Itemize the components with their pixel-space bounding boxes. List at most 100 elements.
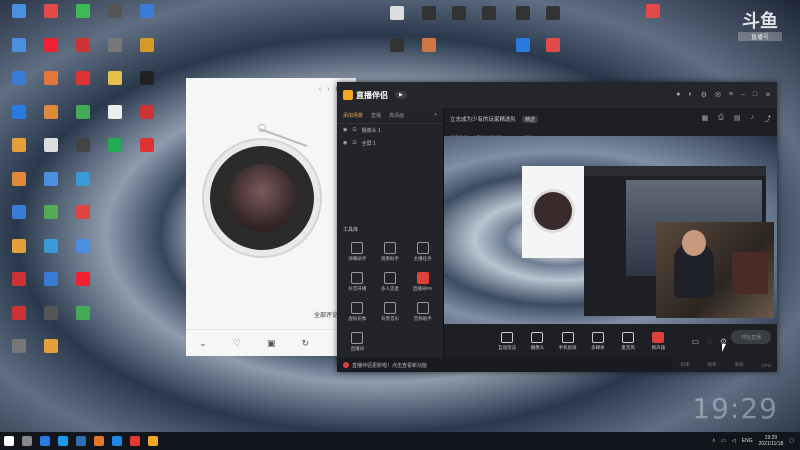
desktop-icon[interactable] bbox=[66, 71, 100, 103]
desktop-icon[interactable] bbox=[34, 339, 68, 371]
share-icon[interactable]: ⤴ bbox=[764, 114, 771, 124]
desktop-icon[interactable] bbox=[2, 37, 36, 70]
notification-icon[interactable]: ▢ bbox=[789, 438, 794, 444]
print-icon[interactable]: ⎙ bbox=[718, 114, 724, 124]
tool-music[interactable]: 背景音乐 bbox=[374, 302, 407, 322]
tool-douyin[interactable]: 抖音开播 bbox=[341, 272, 374, 292]
desktop-icon[interactable] bbox=[2, 339, 36, 371]
desktop-icon[interactable] bbox=[2, 138, 36, 170]
desktop-icon[interactable] bbox=[34, 138, 68, 170]
scene-item[interactable]: ◉ ⊡ 摄像头 1 bbox=[337, 124, 443, 137]
menu-icon[interactable]: ≡ bbox=[729, 91, 733, 99]
tab-hd[interactable]: 高清画 bbox=[389, 112, 404, 119]
desktop-icon[interactable] bbox=[536, 6, 570, 38]
like-icon[interactable]: ♡ bbox=[233, 338, 241, 349]
taskbar-app[interactable] bbox=[54, 432, 72, 450]
forward-icon[interactable]: › bbox=[327, 86, 329, 93]
desktop-icon[interactable] bbox=[130, 37, 164, 70]
tool-multi-mic[interactable]: 多人连麦 bbox=[374, 272, 407, 292]
desktop-icon[interactable] bbox=[66, 37, 100, 70]
desktop-icon[interactable] bbox=[130, 104, 164, 137]
taskbar-app[interactable] bbox=[36, 432, 54, 450]
desktop-icon[interactable] bbox=[98, 71, 132, 103]
desktop-icon[interactable] bbox=[34, 305, 68, 338]
repeat-icon[interactable]: ↻ bbox=[302, 338, 310, 349]
minimize-icon[interactable]: – bbox=[741, 91, 745, 99]
taskbar-app[interactable] bbox=[126, 432, 144, 450]
bell-icon[interactable]: ♪ bbox=[751, 114, 755, 124]
stream-preview[interactable] bbox=[444, 136, 777, 324]
desktop-icon[interactable] bbox=[98, 37, 132, 70]
back-icon[interactable]: ‹ bbox=[319, 86, 321, 93]
desktop-icon[interactable] bbox=[34, 37, 68, 70]
desktop-icon[interactable] bbox=[442, 6, 476, 38]
desktop-icon[interactable] bbox=[2, 305, 36, 338]
clip-icon[interactable]: ◌ bbox=[707, 337, 712, 346]
eye-icon[interactable]: ◉ bbox=[343, 127, 347, 134]
settings-icon[interactable]: ⚙ bbox=[701, 91, 707, 99]
microphone-button[interactable]: 麦克风 bbox=[617, 331, 639, 351]
desktop-icon[interactable] bbox=[2, 4, 36, 36]
start-button[interactable] bbox=[0, 432, 18, 450]
message-icon[interactable]: ✉ bbox=[715, 91, 721, 99]
desktop-icon[interactable] bbox=[130, 138, 164, 170]
desktop-icon[interactable] bbox=[34, 171, 68, 204]
volume-icon[interactable]: ◁ bbox=[732, 438, 736, 444]
desktop-icon[interactable] bbox=[66, 104, 100, 137]
desktop-icon[interactable] bbox=[66, 138, 100, 170]
taskbar-app[interactable] bbox=[90, 432, 108, 450]
speaker-button[interactable]: 扬声器 bbox=[647, 331, 669, 351]
chevron-up-icon[interactable]: ˄ bbox=[712, 438, 715, 444]
tool-avatar[interactable]: 虚拟形象 bbox=[341, 302, 374, 322]
desktop-icon[interactable] bbox=[412, 6, 446, 38]
record-icon[interactable]: ▭ bbox=[692, 337, 700, 346]
update-notice[interactable]: 直播伴侣更新啦！点击查看新功能 bbox=[337, 358, 673, 372]
desktop-icon[interactable] bbox=[536, 38, 570, 70]
desktop-icon[interactable] bbox=[2, 104, 36, 137]
desktop-icon[interactable] bbox=[506, 38, 540, 70]
tool-room[interactable]: 直播间 bbox=[341, 332, 374, 352]
desktop-icon[interactable] bbox=[34, 104, 68, 137]
room-title[interactable]: 立志成为少有的玩家精选队 bbox=[450, 115, 516, 123]
desktop-icon[interactable] bbox=[66, 238, 100, 271]
desktop-icon[interactable] bbox=[380, 38, 414, 70]
desktop-icon[interactable] bbox=[34, 4, 68, 36]
tool-audio[interactable]: 音频助手 bbox=[406, 302, 439, 322]
collect-icon[interactable]: ▣ bbox=[267, 338, 276, 349]
desktop-icon[interactable] bbox=[506, 6, 540, 38]
desktop-icon[interactable] bbox=[34, 238, 68, 271]
desktop-icon[interactable] bbox=[98, 104, 132, 137]
tool-danmaku[interactable]: 弹幕助手 bbox=[341, 242, 374, 262]
desktop-icon[interactable] bbox=[98, 138, 132, 170]
taskbar-app[interactable] bbox=[72, 432, 90, 450]
taskbar-clock[interactable]: 19:29 2021/11/18 bbox=[759, 435, 784, 447]
close-icon[interactable]: ✕ bbox=[765, 91, 771, 99]
language-indicator[interactable]: ENG bbox=[742, 438, 753, 444]
network-icon[interactable]: ▭ bbox=[721, 438, 726, 444]
maximize-icon[interactable]: □ bbox=[753, 91, 757, 99]
version-badge[interactable]: ▶ bbox=[395, 91, 407, 99]
desktop-icon[interactable] bbox=[2, 272, 36, 304]
add-scene-icon[interactable]: + bbox=[434, 112, 437, 119]
lock-icon[interactable]: ⊡ bbox=[352, 127, 356, 134]
desktop-icon[interactable] bbox=[66, 171, 100, 204]
desktop-icon[interactable] bbox=[66, 305, 100, 338]
camera-button[interactable]: 摄像头 bbox=[526, 331, 548, 351]
taskbar-app[interactable] bbox=[144, 432, 162, 450]
desktop-icon[interactable] bbox=[472, 6, 506, 38]
desktop-icon[interactable] bbox=[66, 272, 100, 304]
desktop-icon[interactable] bbox=[34, 272, 68, 304]
desktop-icon[interactable] bbox=[636, 4, 670, 36]
tool-viewer[interactable]: 观看助手 bbox=[374, 242, 407, 262]
desktop-icon[interactable] bbox=[98, 4, 132, 36]
desktop-icon[interactable] bbox=[34, 71, 68, 103]
desktop-icon[interactable] bbox=[130, 4, 164, 36]
tool-pk[interactable]: 直播间PK bbox=[406, 272, 439, 292]
phone-cast-button[interactable]: 手机投屏 bbox=[557, 331, 579, 351]
grid-icon[interactable]: ▦ bbox=[702, 114, 709, 124]
tool-task[interactable]: 主播任务 bbox=[406, 242, 439, 262]
media-button[interactable]: 多媒体 bbox=[587, 331, 609, 351]
desktop-icon[interactable] bbox=[2, 238, 36, 271]
lock-icon[interactable]: ⊡ bbox=[352, 140, 356, 147]
eye-icon[interactable]: ◉ bbox=[343, 140, 347, 147]
